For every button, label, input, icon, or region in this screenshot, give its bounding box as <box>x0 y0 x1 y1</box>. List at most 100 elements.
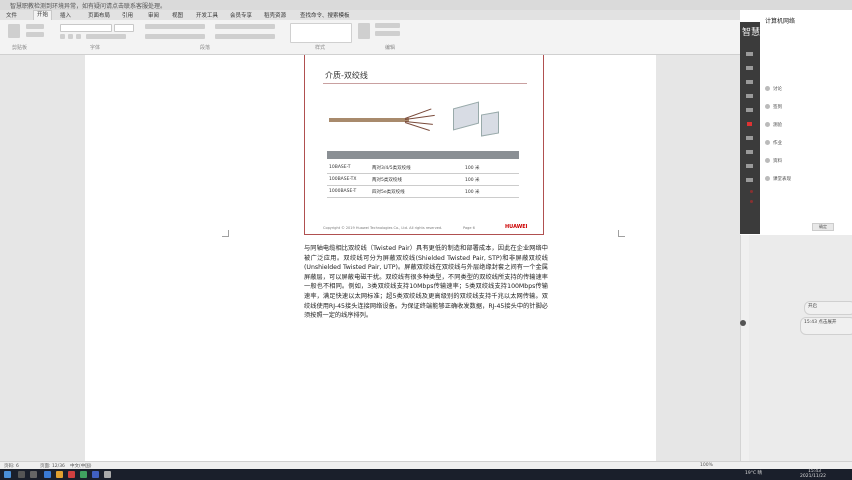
tab-docer[interactable]: 稻壳资源 <box>264 11 286 19</box>
cell-desc: 四对5e类双绞线 <box>372 190 405 195</box>
tab-review[interactable]: 审阅 <box>148 11 159 19</box>
member-icon[interactable] <box>746 66 753 70</box>
chat-icon[interactable] <box>746 52 753 56</box>
spacing-buttons[interactable] <box>215 34 275 39</box>
panel-item[interactable]: 测验 <box>773 122 782 128</box>
font-color-buttons[interactable] <box>86 34 126 39</box>
clock-date: 2021/11/22 <box>800 474 826 479</box>
panel-confirm-button[interactable]: 确定 <box>812 223 834 231</box>
group-editing: 编辑 <box>385 45 396 51</box>
copy-button[interactable] <box>26 32 44 37</box>
panel-item[interactable]: 资料 <box>773 158 782 164</box>
crop-mark <box>618 230 625 237</box>
slide-footer: Copyright © 2019 Huawei Technologies Co.… <box>323 224 528 230</box>
tab-home[interactable]: 开始 <box>33 10 53 20</box>
tab-references[interactable]: 引用 <box>122 11 133 19</box>
cell-type: 1000BASE-T <box>329 189 357 194</box>
layout-button[interactable] <box>375 31 400 36</box>
float-toggle[interactable]: 开启 <box>804 301 852 315</box>
group-paragraph: 段落 <box>200 45 211 51</box>
app-icon[interactable] <box>104 471 111 478</box>
slide-image[interactable]: 介质-双绞线 10BASE-T 两对3/4/5类双绞线 100 米 100BAS… <box>304 55 544 235</box>
bold-button[interactable] <box>60 34 65 39</box>
underline-button[interactable] <box>76 34 81 39</box>
find-replace-button[interactable] <box>358 23 370 39</box>
copyright: Copyright © 2019 Huawei Technologies Co.… <box>323 226 443 230</box>
cell-distance: 100 米 <box>465 190 480 195</box>
warning-message: 智慧职教检测到环境异常，如有疑问请点击联系客服处理。 <box>10 3 167 10</box>
resource-icon[interactable] <box>746 150 753 154</box>
select-button[interactable] <box>375 23 400 28</box>
ribbon-tabs: 文件 开始 插入 页面布局 引用 审阅 视图 开发工具 会员专享 稻壳资源 查找… <box>0 10 852 20</box>
sign-icon[interactable] <box>746 94 753 98</box>
tab-insert[interactable]: 插入 <box>60 11 71 19</box>
more-icon[interactable] <box>746 178 753 182</box>
rj45-connector-image <box>453 101 479 131</box>
float-timer-label: 15:43 点击展开 <box>804 320 837 325</box>
group-clipboard: 剪贴板 <box>12 45 28 51</box>
float-toggle-label: 开启 <box>808 304 817 309</box>
tab-layout[interactable]: 页面布局 <box>88 11 110 19</box>
tab-member[interactable]: 会员专享 <box>230 11 252 19</box>
quiz-icon[interactable] <box>746 108 753 112</box>
cell-type: 100BASE-TX <box>329 177 357 182</box>
crop-mark <box>222 230 229 237</box>
record-icon[interactable] <box>740 320 746 326</box>
cell-type: 10BASE-T <box>329 165 351 170</box>
styles-gallery[interactable] <box>290 23 352 43</box>
slide-page: Page 6 <box>463 226 475 230</box>
avatar <box>765 104 770 109</box>
wechat-icon[interactable] <box>80 471 87 478</box>
table-row: 1000BASE-T 四对5e类双绞线 100 米 <box>327 187 519 198</box>
cut-button[interactable] <box>26 24 44 29</box>
tab-file[interactable]: 文件 <box>6 11 17 19</box>
file-icon[interactable] <box>746 80 753 84</box>
weather: 19°C 晴 <box>745 471 763 476</box>
italic-button[interactable] <box>68 34 73 39</box>
panel-item[interactable]: 课堂表现 <box>773 176 791 182</box>
settings-icon[interactable] <box>746 164 753 168</box>
panel-item[interactable]: 讨论 <box>773 86 782 92</box>
command-search[interactable]: 查找命令、搜索模板 <box>300 11 350 19</box>
list-buttons[interactable] <box>145 24 205 29</box>
homework-icon[interactable] <box>746 136 753 140</box>
group-styles: 样式 <box>315 45 326 51</box>
table-row: 10BASE-T 两对3/4/5类双绞线 100 米 <box>327 163 519 174</box>
folder-icon[interactable] <box>56 471 63 478</box>
start-icon[interactable] <box>4 471 11 478</box>
indent-buttons[interactable] <box>215 24 275 29</box>
title-bar: 智慧职教检测到环境异常，如有疑问请点击联系客服处理。 <box>0 0 852 10</box>
rj45-connector-image <box>481 111 499 137</box>
body-paragraph[interactable]: 与同轴电缆相比双绞线（Twisted Pair）具有更低的制造和部署成本，因此在… <box>304 244 548 321</box>
edge-icon[interactable] <box>44 471 51 478</box>
taskview-icon[interactable] <box>30 471 37 478</box>
panel-item[interactable]: 签到 <box>773 104 782 110</box>
align-buttons[interactable] <box>145 34 205 39</box>
paste-button[interactable] <box>8 24 20 38</box>
status-zoom: 100% <box>700 463 713 468</box>
avatar <box>765 122 770 127</box>
status-dot <box>750 200 753 203</box>
panel-item[interactable]: 作业 <box>773 140 782 146</box>
cell-distance: 100 米 <box>465 178 480 183</box>
slide-divider <box>323 83 527 84</box>
taskbar: 19°C 晴 15:43 2021/11/22 <box>0 469 852 480</box>
font-name-select[interactable] <box>60 24 112 32</box>
avatar <box>765 86 770 91</box>
app-icon[interactable] <box>92 471 99 478</box>
panel-brand: 智慧 <box>742 28 761 38</box>
cell-desc: 两对3/4/5类双绞线 <box>372 166 411 171</box>
alert-icon[interactable] <box>747 122 752 126</box>
status-dot <box>750 190 753 193</box>
ribbon-toolbar: 剪贴板 字体 段落 样式 编辑 <box>0 20 740 55</box>
search-icon[interactable] <box>18 471 25 478</box>
cell-desc: 两对5类双绞线 <box>372 178 402 183</box>
table-header <box>327 151 519 159</box>
avatar <box>765 140 770 145</box>
avatar <box>765 176 770 181</box>
tab-developer[interactable]: 开发工具 <box>196 11 218 19</box>
float-timer[interactable]: 15:43 点击展开 <box>800 317 852 335</box>
tab-view[interactable]: 视图 <box>172 11 183 19</box>
font-size-select[interactable] <box>114 24 134 32</box>
wps-icon[interactable] <box>68 471 75 478</box>
